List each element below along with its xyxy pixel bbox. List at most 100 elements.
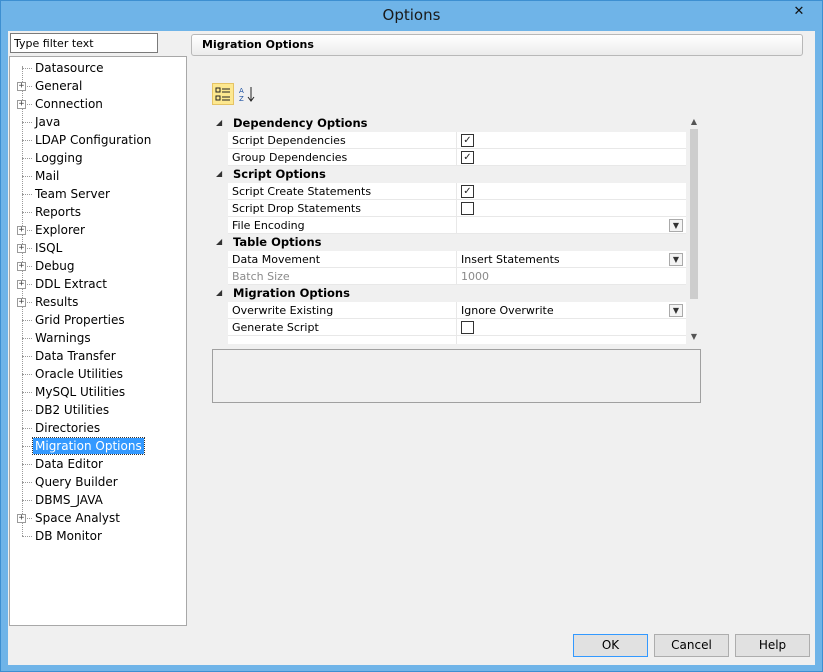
property-checkbox[interactable] <box>461 202 474 215</box>
property-checkbox[interactable]: ✓ <box>461 185 474 198</box>
grid-row[interactable]: File Encoding ▼ <box>212 217 686 234</box>
tree-item[interactable]: Grid Properties <box>10 311 186 329</box>
grid-category[interactable]: ◢ Dependency Options <box>212 115 686 132</box>
grid-row[interactable]: Batch Size 1000 <box>212 268 686 285</box>
ok-button[interactable]: OK <box>573 634 648 657</box>
scroll-down-icon[interactable]: ▼ <box>686 330 702 344</box>
grid-splitter[interactable] <box>456 251 457 268</box>
grid-row[interactable]: Group Dependencies ✓ <box>212 149 686 166</box>
grid-splitter[interactable] <box>456 302 457 319</box>
grid-gutter <box>212 217 228 234</box>
tree-item[interactable]: Data Transfer <box>10 347 186 365</box>
property-name: Group Dependencies <box>232 151 348 164</box>
tree-item[interactable]: Java <box>10 113 186 131</box>
property-name: Generate Script <box>232 321 319 334</box>
cancel-button[interactable]: Cancel <box>654 634 729 657</box>
grid-row[interactable]: Generate Script <box>212 319 686 336</box>
tree-item[interactable]: MySQL Utilities <box>10 383 186 401</box>
expand-icon[interactable]: + <box>17 244 26 253</box>
tree-item-label: Explorer <box>35 223 85 237</box>
tree-item[interactable]: + Connection <box>10 95 186 113</box>
tree-item[interactable]: + Space Analyst <box>10 509 186 527</box>
property-checkbox[interactable]: ✓ <box>461 151 474 164</box>
property-name: File Encoding <box>232 219 305 232</box>
tree-item-label: Grid Properties <box>35 313 125 327</box>
property-value[interactable]: Insert Statements <box>461 253 560 266</box>
scroll-up-icon[interactable]: ▲ <box>686 115 702 129</box>
expand-icon[interactable]: + <box>17 82 26 91</box>
tree-item[interactable]: Reports <box>10 203 186 221</box>
grid-splitter[interactable] <box>456 217 457 234</box>
tree-connector <box>22 392 32 393</box>
tree-item[interactable]: LDAP Configuration <box>10 131 186 149</box>
tree-item[interactable]: Directories <box>10 419 186 437</box>
expand-icon[interactable]: + <box>17 226 26 235</box>
help-button[interactable]: Help <box>735 634 810 657</box>
property-checkbox[interactable] <box>461 321 474 334</box>
grid-row[interactable]: Overwrite Existing Ignore Overwrite ▼ <box>212 302 686 319</box>
expand-icon[interactable]: + <box>17 280 26 289</box>
tree-item[interactable]: DBMS_JAVA <box>10 491 186 509</box>
tree-item[interactable]: Data Editor <box>10 455 186 473</box>
grid-category[interactable]: ◢ Migration Options <box>212 285 686 302</box>
grid-category[interactable]: ◢ Table Options <box>212 234 686 251</box>
collapse-icon[interactable]: ◢ <box>216 118 222 127</box>
tree-item[interactable]: + General <box>10 77 186 95</box>
dropdown-arrow-icon[interactable]: ▼ <box>669 219 683 232</box>
grid-splitter[interactable] <box>456 319 457 336</box>
expand-icon[interactable]: + <box>17 262 26 271</box>
tree-connector <box>22 446 32 447</box>
expand-icon[interactable]: + <box>17 298 26 307</box>
tree-item[interactable]: Logging <box>10 149 186 167</box>
tree-item[interactable]: + DDL Extract <box>10 275 186 293</box>
tree-item[interactable]: DB2 Utilities <box>10 401 186 419</box>
categorized-icon[interactable] <box>212 83 234 105</box>
tree-item-label: Debug <box>35 259 75 273</box>
grid-row[interactable]: Data Movement Insert Statements ▼ <box>212 251 686 268</box>
collapse-icon[interactable]: ◢ <box>216 237 222 246</box>
property-value[interactable]: Ignore Overwrite <box>461 304 554 317</box>
tree-item[interactable]: DB Monitor <box>10 527 186 545</box>
tree-item[interactable]: Team Server <box>10 185 186 203</box>
grid-gutter <box>212 200 228 217</box>
sort-alpha-icon[interactable]: A Z <box>236 83 258 105</box>
tree-item[interactable]: Warnings <box>10 329 186 347</box>
grid-splitter[interactable] <box>456 132 457 149</box>
tree-item[interactable]: Mail <box>10 167 186 185</box>
tree-item[interactable]: Oracle Utilities <box>10 365 186 383</box>
tree-item-label: Results <box>35 295 79 309</box>
grid-row[interactable]: Script Create Statements ✓ <box>212 183 686 200</box>
collapse-icon[interactable]: ◢ <box>216 169 222 178</box>
dropdown-arrow-icon[interactable]: ▼ <box>669 304 683 317</box>
close-icon[interactable]: ✕ <box>784 2 814 22</box>
tree-item-label: DB Monitor <box>35 529 102 543</box>
scroll-thumb[interactable] <box>690 129 698 299</box>
dropdown-arrow-icon[interactable]: ▼ <box>669 253 683 266</box>
grid-category[interactable]: ◢ Script Options <box>212 166 686 183</box>
tree-item[interactable]: + Explorer <box>10 221 186 239</box>
grid-splitter[interactable] <box>456 183 457 200</box>
grid-splitter[interactable] <box>456 200 457 217</box>
title-bar[interactable]: Options ✕ <box>1 1 822 31</box>
grid-row[interactable]: Script Dependencies ✓ <box>212 132 686 149</box>
tree-item[interactable]: + ISQL <box>10 239 186 257</box>
grid-splitter[interactable] <box>456 268 457 285</box>
tree-connector <box>27 284 32 285</box>
tree-item[interactable]: Migration Options <box>10 437 186 455</box>
grid-scrollbar[interactable]: ▲ ▼ <box>686 115 702 344</box>
property-grid[interactable]: ▲ ▼ ◢ Dependency Options Script Dependenci… <box>212 115 702 344</box>
grid-row[interactable]: Script Drop Statements <box>212 200 686 217</box>
property-name: Batch Size <box>232 270 290 283</box>
grid-splitter[interactable] <box>456 149 457 166</box>
collapse-icon[interactable]: ◢ <box>216 288 222 297</box>
property-checkbox[interactable]: ✓ <box>461 134 474 147</box>
filter-input[interactable] <box>10 33 158 53</box>
tree-connector <box>27 302 32 303</box>
tree-item[interactable]: Query Builder <box>10 473 186 491</box>
tree-item[interactable]: Datasource <box>10 59 186 77</box>
options-tree[interactable]: Datasource + General + Connection Java LDAP Co… <box>9 56 187 626</box>
tree-item[interactable]: + Results <box>10 293 186 311</box>
expand-icon[interactable]: + <box>17 100 26 109</box>
tree-item[interactable]: + Debug <box>10 257 186 275</box>
expand-icon[interactable]: + <box>17 514 26 523</box>
